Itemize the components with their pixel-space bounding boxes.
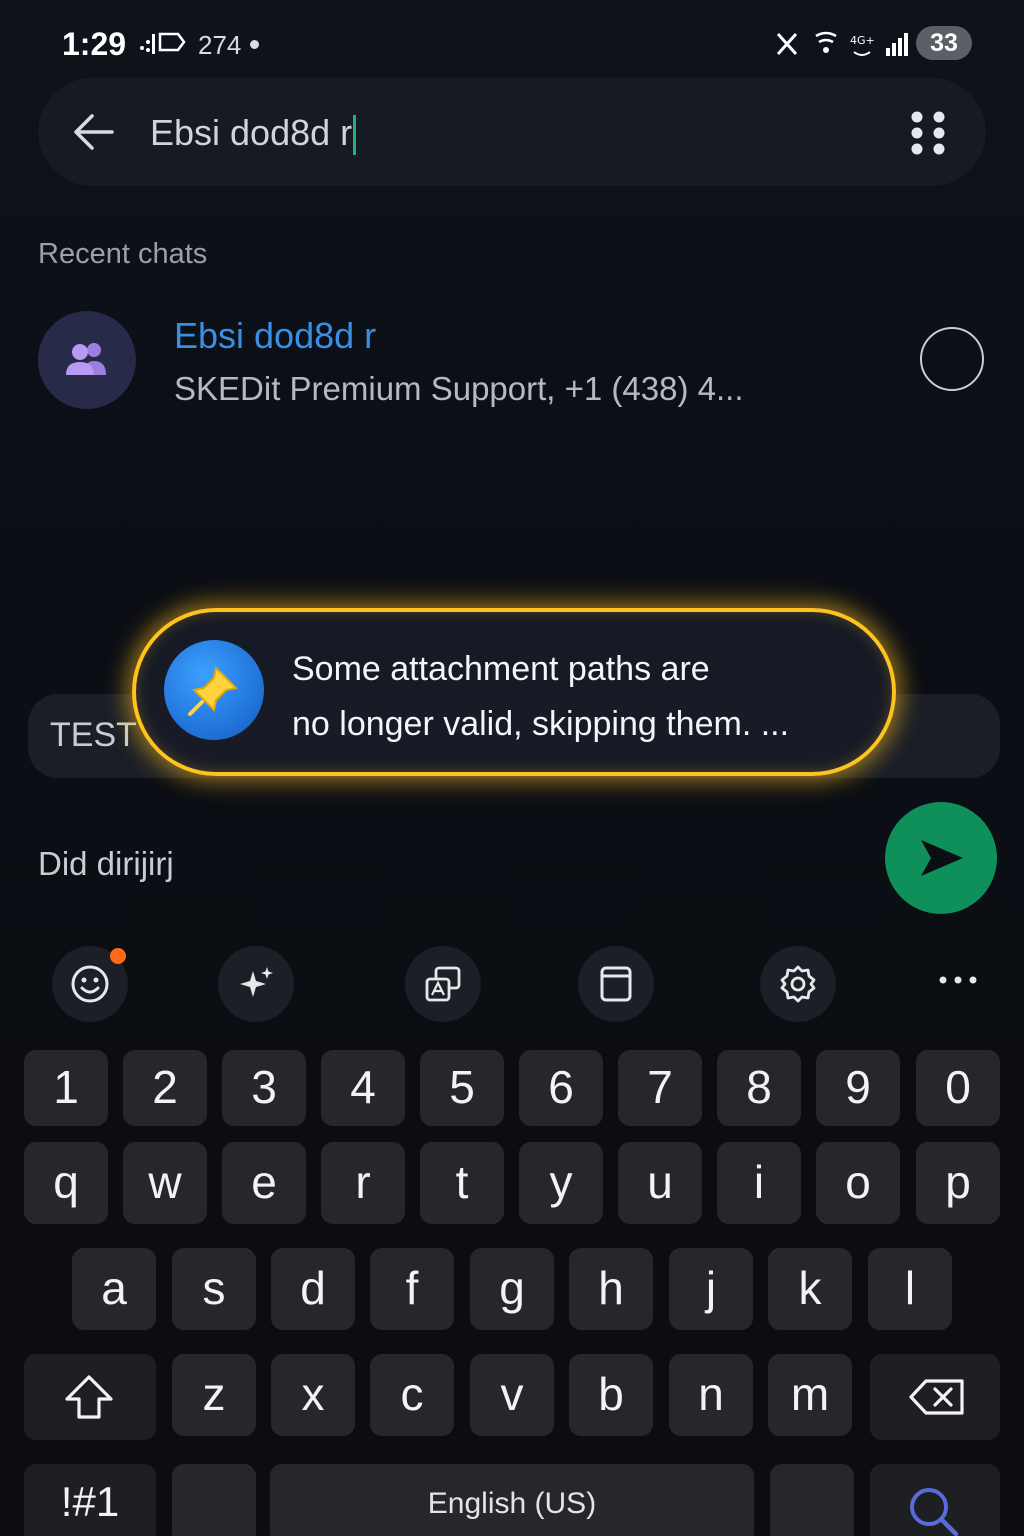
key-b[interactable]: b bbox=[569, 1354, 653, 1436]
caption-text: TEST bbox=[50, 716, 137, 754]
send-icon bbox=[921, 840, 963, 876]
emoji-icon bbox=[71, 965, 109, 1003]
notification-count: 274 bbox=[198, 30, 242, 60]
toast-line-1: Some attachment paths are bbox=[292, 650, 710, 688]
key-n[interactable]: n bbox=[669, 1354, 753, 1436]
key-s[interactable]: s bbox=[172, 1248, 256, 1330]
search-input[interactable]: Ebsi dod8d r bbox=[150, 108, 357, 158]
search-icon bbox=[910, 1488, 959, 1536]
key-j[interactable]: j bbox=[669, 1248, 753, 1330]
translate-icon bbox=[425, 966, 461, 1002]
key-w[interactable]: w bbox=[123, 1142, 207, 1224]
text-caret bbox=[353, 115, 357, 156]
toast-message: Some attachment paths are no longer vali… bbox=[292, 642, 872, 752]
recent-chats-label: Recent chats bbox=[38, 238, 208, 270]
keyboard-toolbar bbox=[0, 940, 1024, 1030]
key-t[interactable]: t bbox=[420, 1142, 504, 1224]
connectivity-icons: 4G+ bbox=[776, 31, 908, 56]
chat-list-item[interactable]: Ebsi dod8d r SKEDit Premium Support, +1 … bbox=[0, 300, 1024, 420]
pin-icon bbox=[164, 640, 264, 740]
backspace-icon bbox=[909, 1379, 964, 1415]
key-2[interactable]: 2 bbox=[123, 1050, 207, 1126]
key-9[interactable]: 9 bbox=[816, 1050, 900, 1126]
settings-button[interactable] bbox=[760, 946, 836, 1022]
group-avatar bbox=[38, 311, 136, 409]
key-z[interactable]: z bbox=[172, 1354, 256, 1436]
search-bar: Ebsi dod8d r bbox=[38, 78, 986, 186]
chat-name: Ebsi dod8d r bbox=[174, 315, 377, 356]
shift-arrow-icon bbox=[65, 1375, 113, 1419]
period-key[interactable] bbox=[770, 1464, 854, 1536]
back-arrow-icon[interactable] bbox=[72, 112, 116, 152]
key-c[interactable]: c bbox=[370, 1354, 454, 1436]
ai-button[interactable] bbox=[218, 946, 294, 1022]
translate-button[interactable] bbox=[405, 946, 481, 1022]
send-button[interactable] bbox=[885, 802, 997, 914]
battery-indicator: 33 bbox=[916, 26, 972, 60]
key-i[interactable]: i bbox=[717, 1142, 801, 1224]
group-icon bbox=[66, 343, 106, 375]
status-bar: 1:29 274 4G+ 33 bbox=[0, 0, 1024, 88]
key-o[interactable]: o bbox=[816, 1142, 900, 1224]
select-checkbox[interactable] bbox=[920, 327, 984, 391]
key-a[interactable]: a bbox=[72, 1248, 156, 1330]
key-x[interactable]: x bbox=[271, 1354, 355, 1436]
shift-key[interactable] bbox=[24, 1354, 156, 1440]
key-k[interactable]: k bbox=[768, 1248, 852, 1330]
key-e[interactable]: e bbox=[222, 1142, 306, 1224]
key-4[interactable]: 4 bbox=[321, 1050, 405, 1126]
keyboard: 1 2 3 4 5 6 7 8 9 0 q w e r t y u i o p … bbox=[0, 1030, 1024, 1536]
key-f[interactable]: f bbox=[370, 1248, 454, 1330]
key-l[interactable]: l bbox=[868, 1248, 952, 1330]
message-input[interactable]: Did dirijirj bbox=[38, 845, 174, 883]
key-3[interactable]: 3 bbox=[222, 1050, 306, 1126]
status-time: 1:29 bbox=[62, 26, 127, 62]
status-dot bbox=[250, 40, 259, 49]
key-8[interactable]: 8 bbox=[717, 1050, 801, 1126]
key-h[interactable]: h bbox=[569, 1248, 653, 1330]
key-g[interactable]: g bbox=[470, 1248, 554, 1330]
key-0[interactable]: 0 bbox=[916, 1050, 1000, 1126]
key-u[interactable]: u bbox=[618, 1142, 702, 1224]
more-options-icon[interactable] bbox=[908, 110, 948, 156]
key-y[interactable]: y bbox=[519, 1142, 603, 1224]
key-q[interactable]: q bbox=[24, 1142, 108, 1224]
key-p[interactable]: p bbox=[916, 1142, 1000, 1224]
notification-icons bbox=[140, 32, 186, 54]
key-m[interactable]: m bbox=[768, 1354, 852, 1436]
sparkle-icon bbox=[240, 967, 273, 997]
comma-key[interactable] bbox=[172, 1464, 256, 1536]
emoji-badge bbox=[110, 948, 126, 964]
gear-icon bbox=[780, 965, 816, 1003]
key-v[interactable]: v bbox=[470, 1354, 554, 1436]
more-horizontal-icon[interactable] bbox=[938, 970, 978, 990]
toast-line-2: no longer valid, skipping them. ... bbox=[292, 705, 790, 743]
search-key[interactable] bbox=[870, 1464, 1000, 1536]
svg-text:4G+: 4G+ bbox=[850, 34, 875, 47]
space-key[interactable]: English (US) bbox=[270, 1464, 754, 1536]
backspace-key[interactable] bbox=[870, 1354, 1000, 1440]
key-1[interactable]: 1 bbox=[24, 1050, 108, 1126]
key-7[interactable]: 7 bbox=[618, 1050, 702, 1126]
key-6[interactable]: 6 bbox=[519, 1050, 603, 1126]
clipboard-button[interactable] bbox=[578, 946, 654, 1022]
key-5[interactable]: 5 bbox=[420, 1050, 504, 1126]
clipboard-icon bbox=[600, 966, 632, 1002]
key-d[interactable]: d bbox=[271, 1248, 355, 1330]
key-r[interactable]: r bbox=[321, 1142, 405, 1224]
screen: 1:29 274 4G+ 33 Ebsi dod8d r Recent chat… bbox=[0, 0, 1024, 1536]
chat-members: SKEDit Premium Support, +1 (438) 4... bbox=[174, 370, 744, 407]
symbols-key[interactable]: !#1 bbox=[24, 1464, 156, 1536]
toast-notification: Some attachment paths are no longer vali… bbox=[132, 608, 896, 776]
search-query: Ebsi dod8d r bbox=[150, 112, 353, 153]
